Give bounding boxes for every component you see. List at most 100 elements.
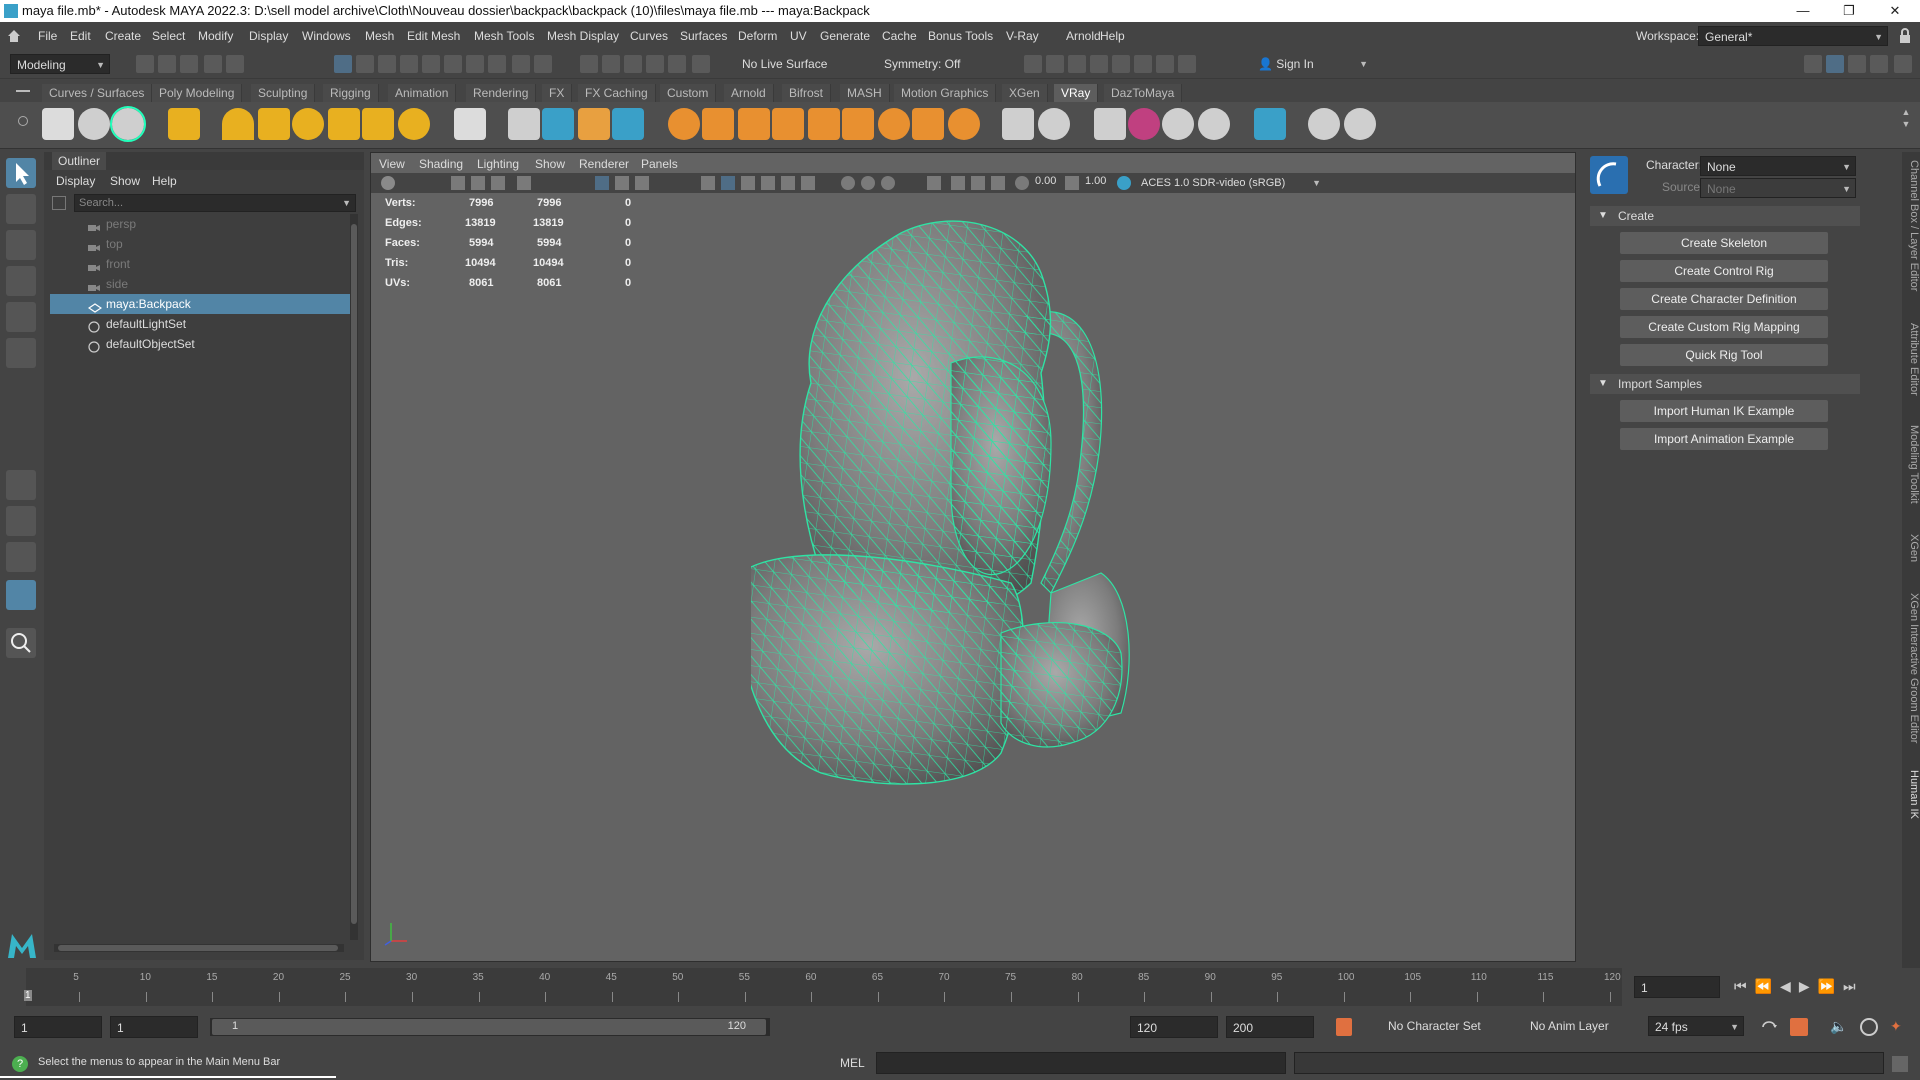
textured-icon[interactable] [761, 176, 775, 190]
shelf-scroll-icon[interactable]: ▲ ▼ [1900, 106, 1912, 144]
step-forward-key-icon[interactable]: ⏩ [1818, 978, 1843, 994]
select-tool-icon[interactable] [6, 158, 36, 188]
vray-sun-icon[interactable] [398, 108, 430, 140]
outliner-item-top[interactable]: top [50, 234, 350, 254]
side-tab-xgen[interactable]: XGen [1902, 528, 1920, 568]
animation-preferences-icon[interactable]: ✦ [1890, 1018, 1908, 1036]
pause-viewport-icon[interactable] [1178, 55, 1196, 73]
side-tab-modeling-toolkit[interactable]: Modeling Toolkit [1902, 420, 1920, 508]
outliner-item-default-light-set[interactable]: defaultLightSet [50, 314, 350, 334]
outliner-tab[interactable]: Outliner [52, 152, 107, 170]
menu-help[interactable]: Help [1100, 22, 1125, 50]
snap-to-surface-icon[interactable] [668, 55, 686, 73]
menu-cache[interactable]: Cache [882, 22, 917, 50]
paint-select-tool-icon[interactable] [6, 230, 36, 260]
render-settings-icon[interactable] [1068, 55, 1086, 73]
viewport-menu-renderer[interactable]: Renderer [579, 155, 629, 173]
film-gate-icon[interactable] [615, 176, 629, 190]
xray-joints-icon[interactable] [971, 176, 985, 190]
menu-mesh-tools[interactable]: Mesh Tools [474, 22, 534, 50]
redo-icon[interactable] [226, 55, 244, 73]
vray-color-icon[interactable] [1128, 108, 1160, 140]
import-samples-section-header[interactable]: ▼ Import Samples [1590, 374, 1860, 394]
view-transform-dropdown[interactable]: ACES 1.0 SDR-video (sRGB) ▼ [1135, 173, 1325, 193]
outliner-item-persp[interactable]: persp [50, 214, 350, 234]
menu-deform[interactable]: Deform [738, 22, 777, 50]
toggle-attribute-editor-icon[interactable] [1826, 55, 1844, 73]
shelf-options-icon[interactable] [18, 116, 28, 126]
create-custom-rig-mapping-button[interactable]: Create Custom Rig Mapping [1620, 316, 1828, 338]
outliner-horizontal-scrollbar[interactable] [54, 944, 344, 952]
shelf-tab-xgen[interactable]: XGen [1002, 84, 1048, 102]
menu-display[interactable]: Display [249, 22, 288, 50]
home-icon[interactable] [6, 28, 22, 44]
help-icon[interactable]: ? [12, 1056, 28, 1072]
outliner-item-default-object-set[interactable]: defaultObjectSet [50, 334, 350, 354]
gamma-icon[interactable] [1065, 176, 1079, 190]
snap-to-view-plane-icon[interactable] [646, 55, 664, 73]
anim-layer-dropdown[interactable]: No Anim Layer [1524, 1016, 1634, 1036]
fps-dropdown[interactable]: 24 fps ▼ [1648, 1016, 1744, 1036]
outliner-menu-show[interactable]: Show [110, 172, 140, 190]
select-joints-icon[interactable] [488, 55, 506, 73]
vray-material-icon[interactable] [668, 108, 700, 140]
vray-check-icon[interactable] [1344, 108, 1376, 140]
menu-mesh[interactable]: Mesh [365, 22, 394, 50]
outliner-search-input[interactable]: Search... ▼ [74, 194, 356, 212]
vray-blend-icon[interactable] [702, 108, 734, 140]
menu-generate[interactable]: Generate [820, 22, 870, 50]
sign-in-dropdown[interactable]: 👤 Sign In ▼ [1252, 54, 1372, 74]
script-editor-icon[interactable] [1892, 1056, 1908, 1072]
vray-light-select-icon[interactable] [1094, 108, 1126, 140]
menu-select[interactable]: Select [152, 22, 185, 50]
menu-mesh-display[interactable]: Mesh Display [547, 22, 619, 50]
filter-icon[interactable] [52, 196, 66, 210]
outliner-menu-display[interactable]: Display [56, 172, 95, 190]
camera-icon[interactable] [451, 176, 465, 190]
shelf-tab-arnold[interactable]: Arnold [724, 84, 774, 102]
outliner-layout-icon[interactable] [6, 580, 36, 610]
shelf-menu-icon[interactable] [16, 90, 30, 92]
shelf-tab-rendering[interactable]: Rendering [466, 84, 537, 102]
menu-vray[interactable]: V-Ray [1006, 22, 1039, 50]
color-management-icon[interactable] [1117, 176, 1131, 190]
quick-rig-tool-button[interactable]: Quick Rig Tool [1620, 344, 1828, 366]
shelf-tab-mash[interactable]: MASH [840, 84, 890, 102]
vray-spot-light-icon[interactable] [258, 108, 290, 140]
undo-icon[interactable] [204, 55, 222, 73]
viewport-menu-view[interactable]: View [379, 155, 405, 173]
menu-bonus-tools[interactable]: Bonus Tools [928, 22, 993, 50]
viewport-menu-lighting[interactable]: Lighting [477, 155, 519, 173]
image-plane-icon[interactable] [491, 176, 505, 190]
outliner-item-maya-backpack[interactable]: maya:Backpack [50, 294, 350, 314]
toggle-render-icon[interactable] [1156, 55, 1174, 73]
camera-attributes-icon[interactable] [381, 176, 395, 190]
grid-icon[interactable] [595, 176, 609, 190]
menu-surfaces[interactable]: Surfaces [680, 22, 727, 50]
go-to-end-icon[interactable]: ⏭ [1843, 978, 1864, 994]
shelf-tab-vray[interactable]: VRay [1054, 84, 1099, 102]
vray-denoiser-icon[interactable] [1198, 108, 1230, 140]
character-dropdown[interactable]: None ▼ [1700, 156, 1856, 176]
shelf-tab-daztomaya[interactable]: DazToMaya [1104, 84, 1183, 102]
shelf-tab-fx-caching[interactable]: FX Caching [578, 84, 656, 102]
shelf-tab-animation[interactable]: Animation [388, 84, 457, 102]
menu-curves[interactable]: Curves [630, 22, 668, 50]
import-animation-example-button[interactable]: Import Animation Example [1620, 428, 1828, 450]
vray-object-properties-icon[interactable] [1254, 108, 1286, 140]
create-section-header[interactable]: ▼ Create [1590, 206, 1860, 226]
maximize-button[interactable]: ❐ [1826, 0, 1872, 22]
single-perspective-layout-icon[interactable] [6, 470, 36, 500]
playback-end-field[interactable]: 120 [1130, 1016, 1218, 1038]
outliner-item-front[interactable]: front [50, 254, 350, 274]
menu-edit[interactable]: Edit [70, 22, 91, 50]
toggle-channel-box-icon[interactable] [1870, 55, 1888, 73]
select-by-type-icon[interactable] [400, 55, 418, 73]
toggle-tool-settings-icon[interactable] [1848, 55, 1866, 73]
vray-fur-brush-icon[interactable] [738, 108, 770, 140]
search-icon[interactable] [6, 628, 36, 658]
select-hierarchy-icon[interactable] [334, 55, 352, 73]
four-view-layout-icon[interactable] [6, 506, 36, 536]
vray-subdivision-icon[interactable] [1038, 108, 1070, 140]
vray-settings-gear-icon[interactable] [948, 108, 980, 140]
